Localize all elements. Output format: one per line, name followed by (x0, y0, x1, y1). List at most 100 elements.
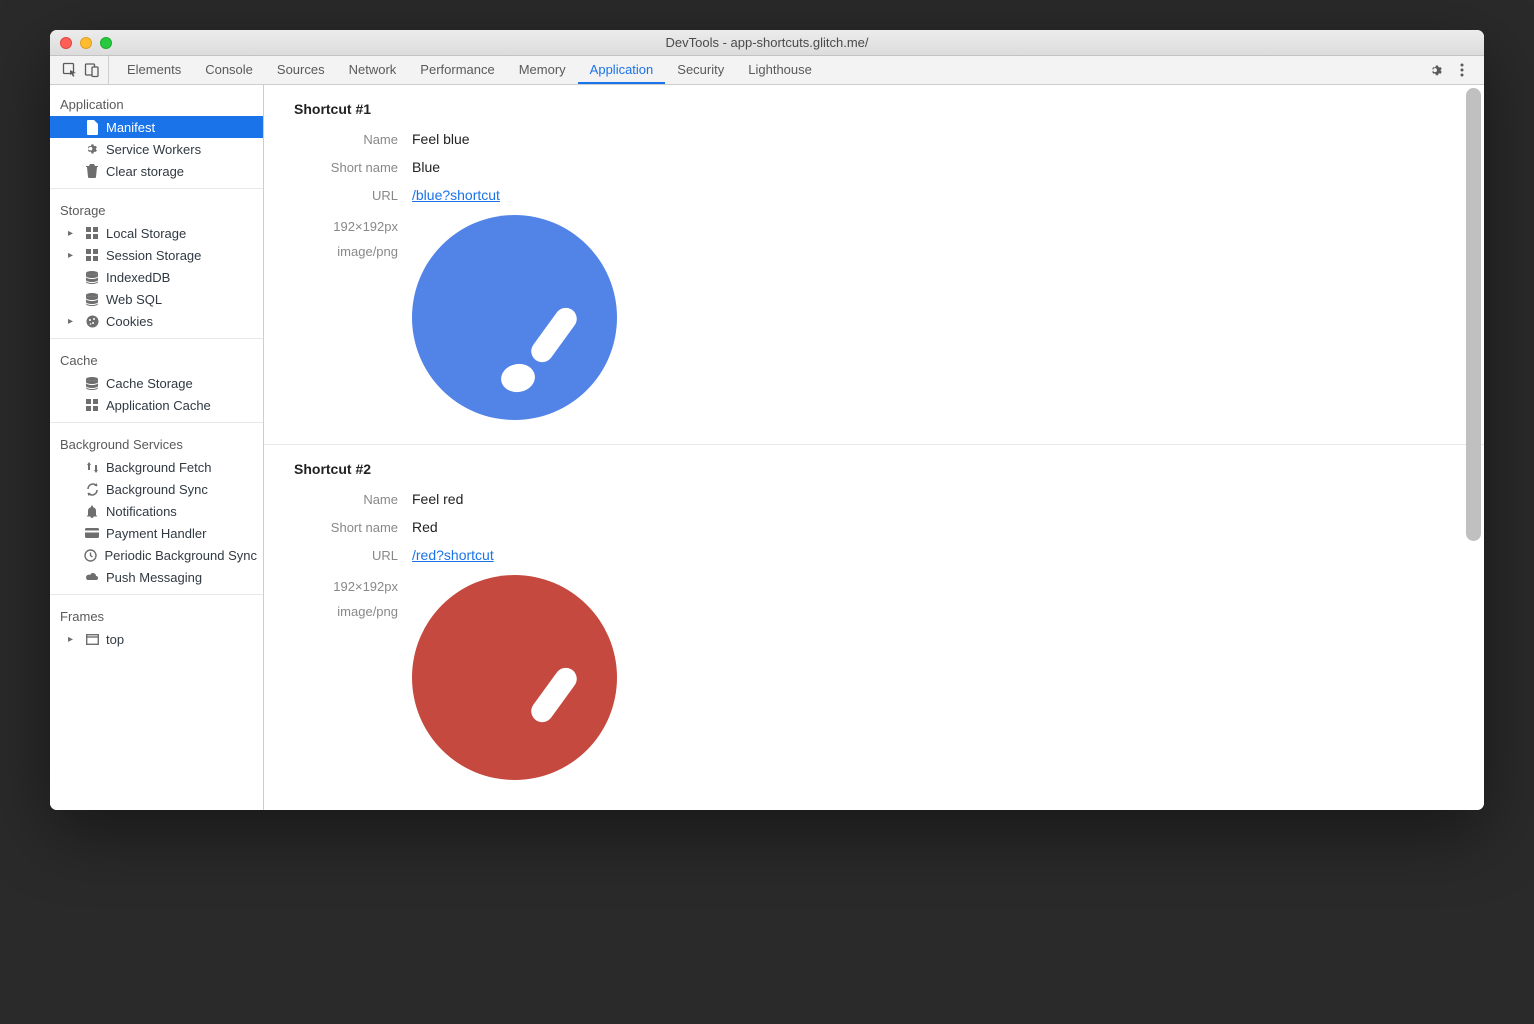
expand-arrow-icon[interactable]: ▸ (68, 634, 78, 645)
cookie-icon (84, 313, 100, 329)
more-icon[interactable] (1454, 62, 1470, 78)
tab-sources[interactable]: Sources (265, 56, 337, 84)
sidebar-item-service-workers[interactable]: Service Workers (50, 138, 263, 160)
section-storage: Storage (50, 195, 263, 222)
sidebar-item-background-fetch[interactable]: Background Fetch (50, 456, 263, 478)
label-url: URL (294, 547, 412, 563)
expand-arrow-icon[interactable]: ▸ (68, 228, 78, 239)
tab-elements[interactable]: Elements (115, 56, 193, 84)
tab-performance[interactable]: Performance (408, 56, 506, 84)
shortcut-heading: Shortcut #2 (294, 461, 1454, 477)
gear-icon[interactable] (1428, 62, 1444, 78)
section-cache: Cache (50, 345, 263, 372)
sidebar-item-clear-storage[interactable]: Clear storage (50, 160, 263, 182)
sidebar-item-label: Clear storage (106, 164, 184, 179)
expand-arrow-icon[interactable]: ▸ (68, 316, 78, 327)
database-icon (84, 269, 100, 285)
sidebar-item-websql[interactable]: Web SQL (50, 288, 263, 310)
sidebar-item-indexeddb[interactable]: IndexedDB (50, 266, 263, 288)
window-title: DevTools - app-shortcuts.glitch.me/ (50, 35, 1484, 50)
tab-security[interactable]: Security (665, 56, 736, 84)
sidebar-item-local-storage[interactable]: ▸ Local Storage (50, 222, 263, 244)
devtools-window: DevTools - app-shortcuts.glitch.me/ Elem… (50, 30, 1484, 810)
sidebar-item-label: Push Messaging (106, 570, 202, 585)
database-icon (84, 291, 100, 307)
sidebar-item-label: Service Workers (106, 142, 201, 157)
shortcut-heading: Shortcut #1 (294, 101, 1454, 117)
grid-icon (84, 247, 100, 263)
value-name: Feel red (412, 491, 463, 507)
sidebar-item-label: Cookies (106, 314, 153, 329)
shortcut-block: Shortcut #1 Name Feel blue Short name Bl… (264, 85, 1484, 445)
scrollbar[interactable] (1466, 88, 1481, 807)
section-frames: Frames (50, 601, 263, 628)
label-url: URL (294, 187, 412, 203)
sidebar-item-label: Periodic Background Sync (105, 548, 257, 563)
sidebar-item-session-storage[interactable]: ▸ Session Storage (50, 244, 263, 266)
sidebar-item-label: Background Fetch (106, 460, 212, 475)
sidebar-item-label: top (106, 632, 124, 647)
sidebar-item-label: Background Sync (106, 482, 208, 497)
trash-icon (84, 163, 100, 179)
label-short-name: Short name (294, 159, 412, 175)
sidebar-item-periodic-sync[interactable]: Periodic Background Sync (50, 544, 263, 566)
bell-icon (84, 503, 100, 519)
icon-mime: image/png (294, 240, 398, 265)
sidebar-item-label: Local Storage (106, 226, 186, 241)
file-icon (84, 119, 100, 135)
label-name: Name (294, 131, 412, 147)
main-panel: Shortcut #1 Name Feel blue Short name Bl… (264, 85, 1484, 810)
sidebar-item-label: Notifications (106, 504, 177, 519)
grid-icon (84, 225, 100, 241)
sidebar-item-label: Session Storage (106, 248, 201, 263)
shortcut-icon-preview (412, 215, 617, 420)
grid-icon (84, 397, 100, 413)
sidebar-item-label: Cache Storage (106, 376, 193, 391)
sidebar: Application Manifest Service Workers Cle… (50, 85, 264, 810)
value-short-name: Blue (412, 159, 440, 175)
sidebar-item-cache-storage[interactable]: Cache Storage (50, 372, 263, 394)
icon-size: 192×192px (294, 215, 398, 240)
panel-tabs: Elements Console Sources Network Perform… (115, 56, 824, 84)
tab-application[interactable]: Application (578, 56, 666, 84)
sidebar-item-manifest[interactable]: Manifest (50, 116, 263, 138)
transfer-icon (84, 459, 100, 475)
titlebar: DevTools - app-shortcuts.glitch.me/ (50, 30, 1484, 56)
value-name: Feel blue (412, 131, 470, 147)
value-url-link[interactable]: /blue?shortcut (412, 187, 500, 203)
shortcut-icon-preview (412, 575, 617, 780)
sidebar-item-payment-handler[interactable]: Payment Handler (50, 522, 263, 544)
shortcut-block: Shortcut #2 Name Feel red Short name Red… (264, 445, 1484, 704)
tab-memory[interactable]: Memory (507, 56, 578, 84)
database-icon (84, 375, 100, 391)
brush-icon (491, 298, 591, 398)
expand-arrow-icon[interactable]: ▸ (68, 250, 78, 261)
sidebar-item-cookies[interactable]: ▸ Cookies (50, 310, 263, 332)
icon-mime: image/png (294, 600, 398, 625)
tab-console[interactable]: Console (193, 56, 265, 84)
sidebar-item-notifications[interactable]: Notifications (50, 500, 263, 522)
sidebar-item-label: Web SQL (106, 292, 162, 307)
sidebar-item-push-messaging[interactable]: Push Messaging (50, 566, 263, 588)
device-toggle-icon[interactable] (84, 62, 100, 78)
inspect-icon[interactable] (62, 62, 78, 78)
card-icon (84, 525, 100, 541)
section-background: Background Services (50, 429, 263, 456)
tab-network[interactable]: Network (337, 56, 409, 84)
cloud-icon (84, 569, 100, 585)
sidebar-item-label: Payment Handler (106, 526, 206, 541)
sidebar-item-background-sync[interactable]: Background Sync (50, 478, 263, 500)
sidebar-item-application-cache[interactable]: Application Cache (50, 394, 263, 416)
brush-icon (491, 658, 591, 758)
tab-lighthouse[interactable]: Lighthouse (736, 56, 824, 84)
label-short-name: Short name (294, 519, 412, 535)
frame-icon (84, 631, 100, 647)
clock-icon (83, 547, 98, 563)
value-url-link[interactable]: /red?shortcut (412, 547, 494, 563)
value-short-name: Red (412, 519, 438, 535)
section-application: Application (50, 89, 263, 116)
scrollbar-thumb[interactable] (1466, 88, 1481, 541)
sidebar-item-label: Manifest (106, 120, 155, 135)
sidebar-item-top[interactable]: ▸ top (50, 628, 263, 650)
sidebar-item-label: Application Cache (106, 398, 211, 413)
